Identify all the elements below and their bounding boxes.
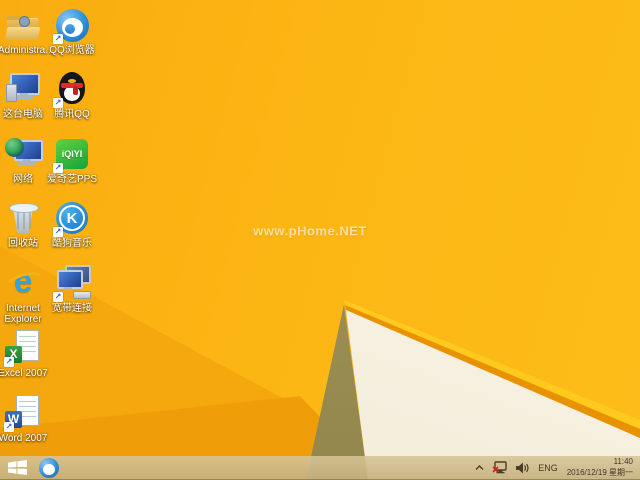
icon-label: 宽带连接 xyxy=(52,303,92,314)
icon-label: 爱奇艺PPS xyxy=(47,174,98,185)
desktop-icon-qq-browser[interactable]: ↗ QQ浏览器 xyxy=(47,6,97,56)
qq-browser-icon xyxy=(39,457,59,478)
speaker-icon xyxy=(516,462,529,473)
taskbar-qq-browser-button[interactable] xyxy=(34,456,64,479)
excel-icon: X ↗ xyxy=(4,329,42,367)
clock-date: 2016/12/19 星期一 xyxy=(566,467,633,477)
desktop: www.pHome.NET Administra... 这台电脑 网络 回收站 … xyxy=(0,0,640,480)
desktop-icon-excel[interactable]: X ↗ Excel 2007 xyxy=(0,329,48,379)
desktop-icon-word[interactable]: W ↗ Word 2007 xyxy=(0,394,48,444)
watermark-text: www.pHome.NET xyxy=(253,223,367,239)
icon-label: 腾讯QQ xyxy=(54,109,90,120)
start-button[interactable] xyxy=(0,456,34,479)
shortcut-arrow-icon: ↗ xyxy=(4,422,14,432)
desktop-icon-tencent-qq[interactable]: ↗ 腾讯QQ xyxy=(47,70,97,120)
icon-label: 回收站 xyxy=(8,238,38,249)
broadband-connection-icon: ↗ xyxy=(53,264,91,302)
network-globe-icon xyxy=(4,135,43,173)
icon-label: Word 2007 xyxy=(0,433,48,444)
language-indicator[interactable]: ENG xyxy=(533,463,563,473)
desktop-icon-broadband[interactable]: ↗ 宽带连接 xyxy=(47,264,97,314)
kugou-icon: K ↗ xyxy=(53,199,91,237)
icon-label: Excel 2007 xyxy=(0,368,48,379)
icon-label: 酷狗音乐 xyxy=(52,238,92,249)
word-icon: W ↗ xyxy=(4,394,42,432)
windows-logo-icon xyxy=(7,460,27,475)
recycle-bin-icon xyxy=(4,199,42,237)
internet-explorer-icon: e xyxy=(2,262,50,302)
system-tray: ENG 11:40 2016/12/19 星期一 xyxy=(471,456,640,479)
qq-penguin-icon: ↗ xyxy=(53,70,91,108)
iqiyi-icon: iQIYI ↗ xyxy=(53,135,91,173)
icon-label: QQ浏览器 xyxy=(49,45,95,56)
chevron-up-icon xyxy=(475,464,484,470)
volume-button[interactable] xyxy=(511,456,533,479)
taskbar: ENG 11:40 2016/12/19 星期一 xyxy=(0,456,640,480)
desktop-icon-kugou[interactable]: K ↗ 酷狗音乐 xyxy=(47,199,97,249)
shortcut-arrow-icon: ↗ xyxy=(53,292,63,302)
taskbar-clock[interactable]: 11:40 2016/12/19 星期一 xyxy=(563,457,640,478)
desktop-icon-internet-explorer[interactable]: e Internet Explorer xyxy=(0,262,50,326)
network-disconnected-icon xyxy=(492,461,507,474)
icon-label: 网络 xyxy=(13,174,33,185)
shortcut-arrow-icon: ↗ xyxy=(53,34,63,44)
desktop-icon-this-pc[interactable]: 这台电脑 xyxy=(0,70,48,120)
icon-label: Internet Explorer xyxy=(4,303,42,326)
shortcut-arrow-icon: ↗ xyxy=(53,98,63,108)
desktop-icon-recycle-bin[interactable]: 回收站 xyxy=(0,199,48,249)
user-folder-icon xyxy=(4,6,42,44)
clock-time: 11:40 xyxy=(613,457,633,467)
network-status-button[interactable] xyxy=(488,456,511,479)
computer-icon xyxy=(4,70,42,108)
icon-label: 这台电脑 xyxy=(3,109,43,120)
qq-browser-icon: ↗ xyxy=(53,6,91,44)
shortcut-arrow-icon: ↗ xyxy=(53,163,63,173)
desktop-icon-administrator[interactable]: Administra... xyxy=(0,6,54,56)
desktop-icon-network[interactable]: 网络 xyxy=(0,135,48,185)
show-hidden-icons-button[interactable] xyxy=(471,456,488,479)
shortcut-arrow-icon: ↗ xyxy=(4,357,14,367)
icon-label: Administra... xyxy=(0,45,54,56)
desktop-icon-iqiyi-pps[interactable]: iQIYI ↗ 爱奇艺PPS xyxy=(47,135,97,185)
shortcut-arrow-icon: ↗ xyxy=(53,227,63,237)
